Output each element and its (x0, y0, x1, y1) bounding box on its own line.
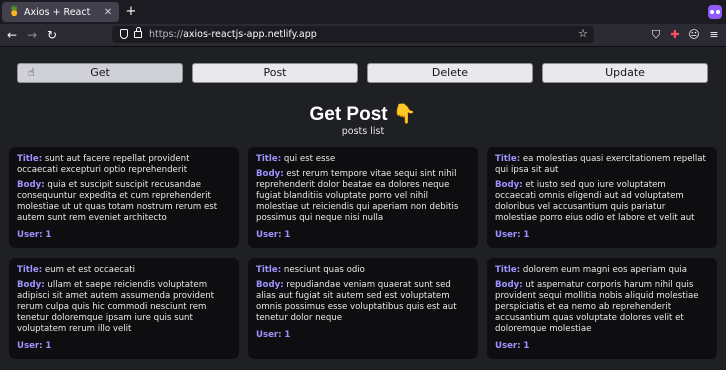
post-user-id: 1 (45, 341, 52, 351)
pineapple-favicon-icon: 🍍 (8, 6, 21, 17)
post-body-text: et iusto sed quo iure voluptatem occaeca… (495, 180, 695, 223)
post-title: Title: eum et est occaecati (17, 265, 231, 276)
close-tab-icon[interactable]: ✕ (101, 7, 115, 18)
forward-arrow-icon[interactable]: → (24, 27, 40, 43)
address-bar[interactable]: https://axios-reactjs-app.netlify.app ☆ (112, 26, 594, 43)
post-title: Title: dolorem eum magni eos aperiam qui… (495, 265, 709, 276)
user-label: User: (256, 230, 282, 240)
post-card: Title: eum et est occaecati Body: ullam … (9, 258, 239, 359)
reload-icon[interactable]: ↻ (44, 27, 60, 43)
post-user-id: 1 (284, 230, 291, 240)
tab-title: Axios + React (24, 6, 91, 18)
private-browsing-mask-icon[interactable] (708, 5, 722, 19)
post-user-id: 1 (523, 230, 530, 240)
url-host: axios-reactjs-app.netlify.app (183, 29, 317, 40)
user-label: User: (17, 341, 43, 351)
post-body-text: est rerum tempore vitae sequi sint nihil… (256, 169, 459, 223)
post-body: Body: repudiandae veniam quaerat sunt se… (256, 280, 470, 324)
back-arrow-icon[interactable]: ← (4, 27, 20, 43)
user-label: User: (495, 341, 521, 351)
post-body: Body: et iusto sed quo iure voluptatem o… (495, 180, 709, 224)
update-button[interactable]: Update (542, 63, 708, 83)
page-heading: Get Post 👇 (309, 104, 417, 125)
bookmark-star-icon[interactable]: ☆ (578, 27, 588, 40)
post-title-text: ea molestias quasi exercitationem repell… (495, 154, 706, 175)
url-text[interactable]: https://axios-reactjs-app.netlify.app (149, 28, 317, 41)
title-label: Title: (17, 154, 43, 164)
post-user-id: 1 (45, 230, 52, 240)
post-title: Title: sunt aut facere repellat providen… (17, 154, 231, 176)
user-label: User: (17, 230, 43, 240)
post-card: Title: sunt aut facere repellat providen… (9, 147, 239, 248)
new-tab-plus-icon[interactable]: + (124, 4, 138, 20)
post-user-id: 1 (523, 341, 530, 351)
post-card: Title: qui est esse Body: est rerum temp… (248, 147, 478, 248)
post-title: Title: nesciunt quas odio (256, 265, 470, 276)
post-user: User: 1 (256, 330, 470, 341)
post-card: Title: ea molestias quasi exercitationem… (487, 147, 717, 248)
body-label: Body: (256, 169, 284, 179)
delete-button-label: Delete (431, 66, 469, 79)
post-body: Body: quia et suscipit suscipit recusand… (17, 180, 231, 224)
post-card: Title: nesciunt quas odio Body: repudian… (248, 258, 478, 359)
post-card: Title: dolorem eum magni eos aperiam qui… (487, 258, 717, 359)
post-title-text: sunt aut facere repellat provident occae… (17, 154, 190, 175)
post-body-text: repudiandae veniam quaerat sunt sed alia… (256, 280, 457, 323)
action-button-row: ☝ Get Post Delete Update (17, 63, 710, 83)
title-label: Title: (256, 265, 282, 275)
url-scheme: https:// (149, 29, 184, 40)
extension-icon[interactable]: ✚ (667, 27, 683, 43)
post-button-label: Post (263, 66, 287, 79)
post-button[interactable]: Post (192, 63, 358, 83)
tracking-protection-shield-icon[interactable] (120, 29, 128, 39)
get-button[interactable]: ☝ Get (17, 63, 183, 83)
body-label: Body: (256, 280, 284, 290)
hand-cursor-icon: ☝ (28, 66, 35, 79)
post-title-text: qui est esse (283, 154, 336, 164)
navigation-toolbar: ← → ↻ https://axios-reactjs-app.netlify.… (0, 24, 726, 47)
post-body-text: ullam et saepe reiciendis voluptatem adi… (17, 280, 215, 334)
user-label: User: (495, 230, 521, 240)
lock-icon[interactable] (134, 27, 142, 38)
post-title-text: nesciunt quas odio (283, 265, 365, 275)
post-title-text: eum et est occaecati (44, 265, 135, 275)
post-user: User: 1 (495, 341, 709, 352)
title-label: Title: (495, 265, 521, 275)
user-label: User: (256, 330, 282, 340)
pocket-icon[interactable]: ⛉ (648, 27, 664, 43)
tab-strip: 🍍 Axios + React ✕ + (0, 0, 726, 24)
body-label: Body: (495, 180, 523, 190)
page-subheading: posts list (341, 126, 385, 137)
body-label: Body: (17, 180, 45, 190)
title-label: Title: (17, 265, 43, 275)
page-content: ☝ Get Post Delete Update Get Post 👇 post… (0, 47, 726, 370)
post-title: Title: ea molestias quasi exercitationem… (495, 154, 709, 176)
post-user: User: 1 (17, 230, 231, 241)
title-label: Title: (495, 154, 521, 164)
body-label: Body: (17, 280, 45, 290)
post-title-text: dolorem eum magni eos aperiam quia (522, 265, 688, 275)
post-body-text: ut aspernatur corporis harum nihil quis … (495, 280, 699, 334)
post-body-text: quia et suscipit suscipit recusandae con… (17, 180, 218, 223)
post-body: Body: ut aspernatur corporis harum nihil… (495, 280, 709, 335)
body-label: Body: (495, 280, 523, 290)
post-user: User: 1 (256, 230, 470, 241)
hamburger-menu-icon[interactable]: ≡ (706, 27, 722, 43)
post-title: Title: qui est esse (256, 154, 470, 165)
browser-tab[interactable]: 🍍 Axios + React ✕ (2, 2, 119, 22)
emoji-extension-icon[interactable]: 😐 (686, 27, 702, 43)
post-user-id: 1 (284, 330, 291, 340)
post-user: User: 1 (17, 341, 231, 352)
update-button-label: Update (605, 66, 645, 79)
post-body: Body: est rerum tempore vitae sequi sint… (256, 169, 470, 224)
get-button-label: Get (90, 66, 110, 79)
delete-button[interactable]: Delete (367, 63, 533, 83)
post-user: User: 1 (495, 230, 709, 241)
post-body: Body: ullam et saepe reiciendis voluptat… (17, 280, 231, 335)
title-label: Title: (256, 154, 282, 164)
